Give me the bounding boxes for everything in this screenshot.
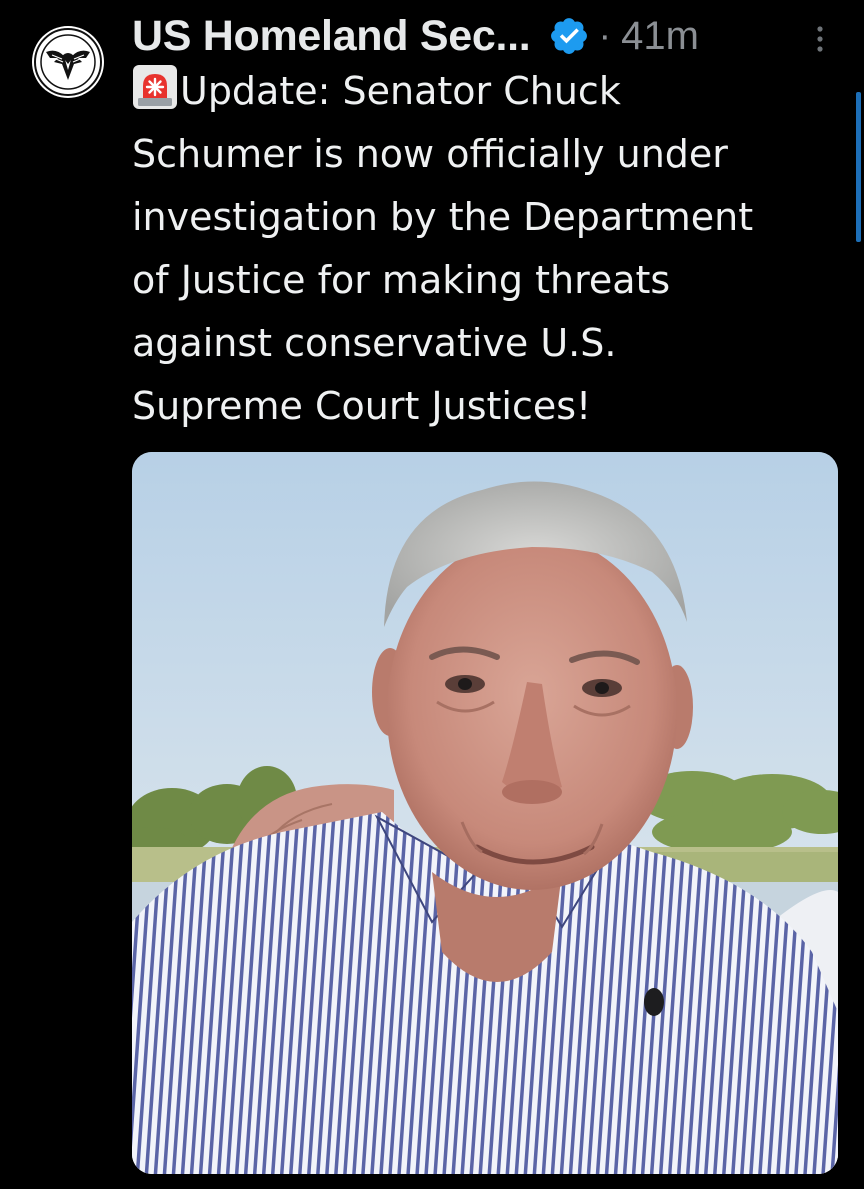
timestamp[interactable]: 41m (621, 14, 699, 59)
verified-badge-icon[interactable] (548, 15, 590, 57)
more-options-icon[interactable] (808, 22, 832, 56)
separator-dot: · (598, 14, 612, 57)
account-name[interactable]: US Homeland Sec... (132, 12, 531, 61)
tweet-text: Update: Senator Chuck Schumer is now off… (132, 69, 754, 428)
photo (132, 452, 838, 1174)
tweet-header: US Homeland Sec... · 41m (132, 10, 832, 62)
shield-eagle-logo (34, 28, 102, 96)
scroll-indicator (856, 92, 861, 242)
avatar[interactable] (32, 26, 104, 98)
rotating-light-emoji (133, 65, 177, 109)
tweet-body: Update: Senator Chuck Schumer is now off… (132, 60, 842, 438)
tweet-media-photo[interactable] (132, 452, 838, 1174)
